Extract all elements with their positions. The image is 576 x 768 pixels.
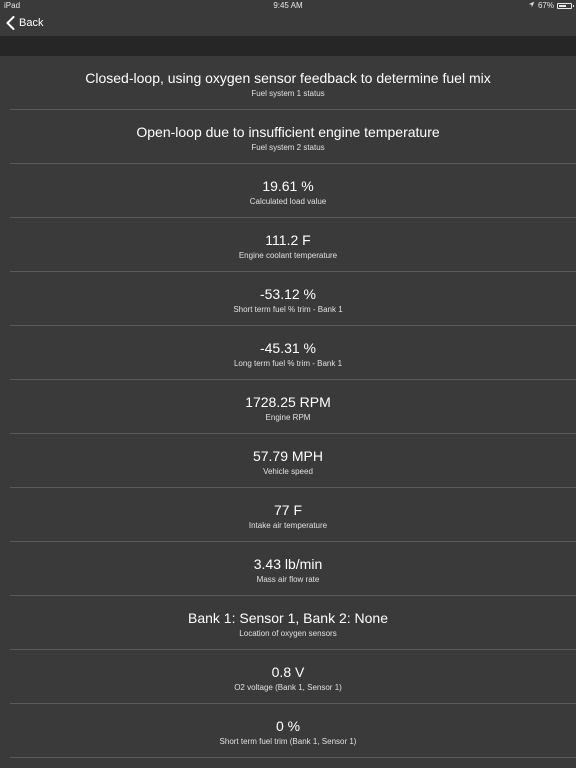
item-value: 0.8 V	[271, 664, 305, 680]
item-label: O2 voltage (Bank 1, Sensor 1)	[234, 683, 342, 692]
item-value: 111.2 F	[265, 232, 311, 248]
list-item[interactable]: Closed-loop, using oxygen sensor feedbac…	[0, 56, 576, 110]
list-item[interactable]: 19.61 % Calculated load value	[0, 164, 576, 218]
item-label: Mass air flow rate	[256, 575, 320, 584]
list-item[interactable]: 57.79 MPH Vehicle speed	[0, 434, 576, 488]
item-value: -53.12 %	[259, 286, 317, 302]
list-item[interactable]: Open-loop due to insufficient engine tem…	[0, 110, 576, 164]
list-item[interactable]: -45.31 % Long term fuel % trim - Bank 1	[0, 326, 576, 380]
item-label: Long term fuel % trim - Bank 1	[233, 359, 343, 368]
back-button[interactable]: Back	[6, 15, 43, 31]
item-value: 0 %	[275, 718, 301, 734]
section-header	[0, 36, 576, 56]
item-label: Fuel system 1 status	[251, 89, 325, 98]
item-label: Calculated load value	[249, 197, 327, 206]
chevron-left-icon	[6, 16, 15, 30]
battery-icon	[557, 2, 574, 9]
list-item[interactable]: Bank 1: Sensor 1, Bank 2: None Location o…	[0, 596, 576, 650]
item-label: Fuel system 2 status	[251, 143, 325, 152]
item-value: Bank 1: Sensor 1, Bank 2: None	[187, 610, 388, 626]
item-value: 3.43 lb/min	[253, 556, 323, 572]
item-label: Location of oxygen sensors	[239, 629, 337, 638]
navigation-bar: Back	[0, 11, 576, 36]
item-value: Open-loop due to insufficient engine tem…	[136, 124, 440, 140]
status-bar: iPad 9:45 AM 67%	[0, 0, 576, 11]
item-label: Engine RPM	[265, 413, 311, 422]
list-item[interactable]: 1728.25 RPM Engine RPM	[0, 380, 576, 434]
item-label: Engine coolant temperature	[238, 251, 338, 260]
item-value: 19.61 %	[262, 178, 314, 194]
item-value: -45.31 %	[259, 340, 317, 356]
item-value: Closed-loop, using oxygen sensor feedbac…	[85, 70, 491, 86]
list-item[interactable]: 3.43 lb/min Mass air flow rate	[0, 542, 576, 596]
list-item[interactable]: 0.8 V O2 voltage (Bank 1, Sensor 1)	[0, 650, 576, 704]
list-item[interactable]: 111.2 F Engine coolant temperature	[0, 218, 576, 272]
battery-percent: 67%	[537, 1, 554, 10]
item-label: Intake air temperature	[248, 521, 328, 530]
location-icon	[528, 0, 535, 11]
back-label: Back	[19, 17, 44, 29]
item-value: 1728.25 RPM	[245, 394, 331, 410]
item-label: Short term fuel trim (Bank 1, Sensor 1)	[219, 737, 357, 746]
list-item[interactable]: 77 F Intake air temperature	[0, 488, 576, 542]
item-label: Short term fuel % trim - Bank 1	[233, 305, 343, 314]
item-label: Vehicle speed	[263, 467, 313, 476]
list-item[interactable]: -53.12 % Short term fuel % trim - Bank 1	[0, 272, 576, 326]
battery-level	[559, 4, 566, 7]
item-value: 77 F	[273, 502, 302, 518]
status-indicators: 67%	[528, 0, 574, 11]
sensor-list[interactable]: Closed-loop, using oxygen sensor feedbac…	[0, 56, 576, 758]
list-item[interactable]: 0 % Short term fuel trim (Bank 1, Sensor …	[0, 704, 576, 758]
item-value: 57.79 MPH	[252, 448, 324, 464]
clock: 9:45 AM	[273, 1, 303, 10]
